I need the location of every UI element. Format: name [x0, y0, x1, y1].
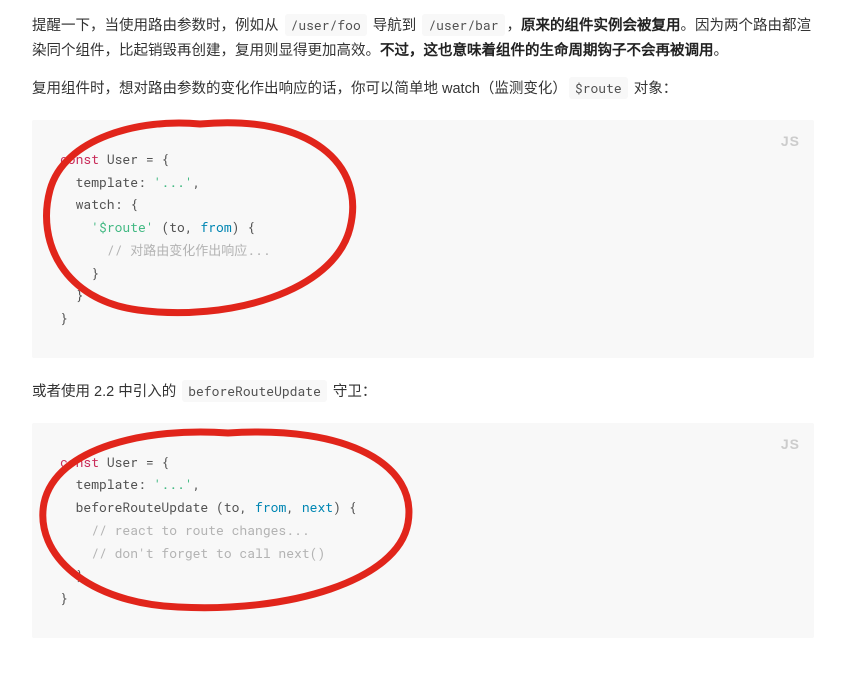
- code-token: const: [60, 150, 99, 168]
- bold-lifecycle: 不过，这也意味着组件的生命周期钩子不会再被调用: [380, 43, 714, 59]
- text: ，: [507, 18, 522, 34]
- lang-tag: JS: [781, 433, 800, 457]
- text: 或者使用 2.2 中引入的: [32, 384, 180, 400]
- code-token: template:: [60, 173, 154, 191]
- inline-code-route: $route: [569, 77, 628, 99]
- intro-paragraph-3: 或者使用 2.2 中引入的 beforeRouteUpdate 守卫：: [32, 380, 814, 405]
- code-token: }: [60, 264, 99, 282]
- code-token: // 对路由变化作出响应...: [60, 241, 271, 259]
- bold-reuse: 原来的组件实例会被复用: [521, 18, 681, 34]
- code-token: watch: {: [60, 195, 138, 213]
- code-token: '...': [154, 475, 193, 493]
- code-pre: const User = { template: '...', beforeRo…: [32, 423, 814, 638]
- code-token: // react to route changes...: [60, 521, 310, 539]
- code-token: ) {: [333, 498, 356, 516]
- inline-code-beforeRouteUpdate: beforeRouteUpdate: [182, 380, 327, 402]
- code-token: '$route': [91, 218, 153, 236]
- code-token: // don't forget to call next(): [60, 544, 325, 562]
- intro-paragraph-2: 复用组件时，想对路由参数的变化作出响应的话，你可以简单地 watch（监测变化）…: [32, 77, 814, 102]
- code-token: ,: [193, 475, 201, 493]
- code-block-guard: JS const User = { template: '...', befor…: [32, 423, 814, 638]
- code-token: '...': [154, 173, 193, 191]
- code-token: template:: [60, 475, 154, 493]
- lang-tag: JS: [781, 130, 800, 154]
- code-token: beforeRouteUpdate (to,: [60, 498, 255, 516]
- code-token: }: [60, 566, 83, 584]
- text: 导航到: [369, 18, 421, 34]
- inline-code-user-foo: /user/foo: [285, 14, 367, 36]
- code-block-watch: JS const User = { template: '...', watch…: [32, 120, 814, 358]
- code-token: }: [60, 286, 83, 304]
- text: 提醒一下，当使用路由参数时，例如从: [32, 18, 283, 34]
- code-token: ,: [286, 498, 302, 516]
- code-token: next: [302, 498, 333, 516]
- code-token: ) {: [232, 218, 255, 236]
- code-pre: const User = { template: '...', watch: {…: [32, 120, 814, 358]
- code-token: User = {: [99, 150, 169, 168]
- text: 。: [714, 43, 729, 59]
- code-token: (to,: [154, 218, 201, 236]
- text: 守卫：: [329, 384, 377, 400]
- code-token: }: [60, 589, 68, 607]
- text: 复用组件时，想对路由参数的变化作出响应的话，你可以简单地 watch（监测变化）: [32, 81, 567, 97]
- inline-code-user-bar: /user/bar: [422, 14, 504, 36]
- code-token: from: [200, 218, 231, 236]
- code-token: User = {: [99, 453, 169, 471]
- code-token: ,: [193, 173, 201, 191]
- code-token: }: [60, 309, 68, 327]
- code-token: from: [255, 498, 286, 516]
- text: 对象：: [630, 81, 678, 97]
- intro-paragraph-1: 提醒一下，当使用路由参数时，例如从 /user/foo 导航到 /user/ba…: [32, 14, 814, 63]
- code-token: [60, 218, 91, 236]
- code-token: const: [60, 453, 99, 471]
